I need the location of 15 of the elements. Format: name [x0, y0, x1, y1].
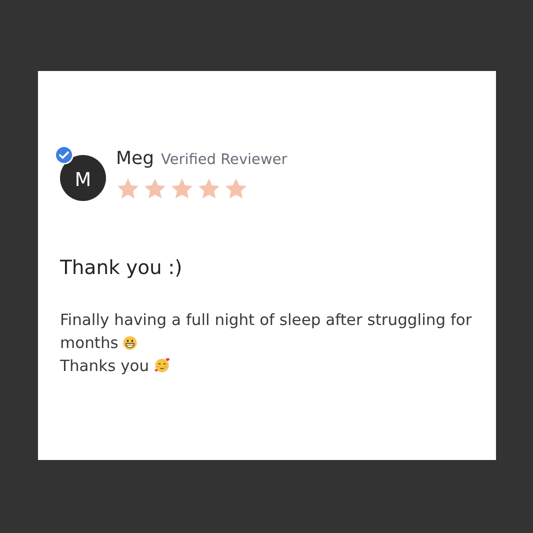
grinning-face-icon [123, 336, 138, 350]
review-title: Thank you :) [60, 256, 184, 279]
verified-label: Verified Reviewer [161, 152, 288, 168]
star-icon [144, 178, 166, 199]
star-icon [225, 178, 247, 199]
review-text: Finally having a full night of sleep after struggling for [60, 311, 472, 329]
star-icon [117, 178, 139, 199]
smiling-face-hearts-icon [154, 357, 172, 373]
verified-check-icon [54, 145, 74, 165]
star-icon [198, 178, 220, 199]
avatar: M [60, 155, 106, 201]
review-text: months [60, 334, 118, 352]
star-icon [171, 178, 193, 199]
review-text: Thanks you [60, 357, 150, 375]
reviewer-name: Meg [116, 148, 154, 169]
